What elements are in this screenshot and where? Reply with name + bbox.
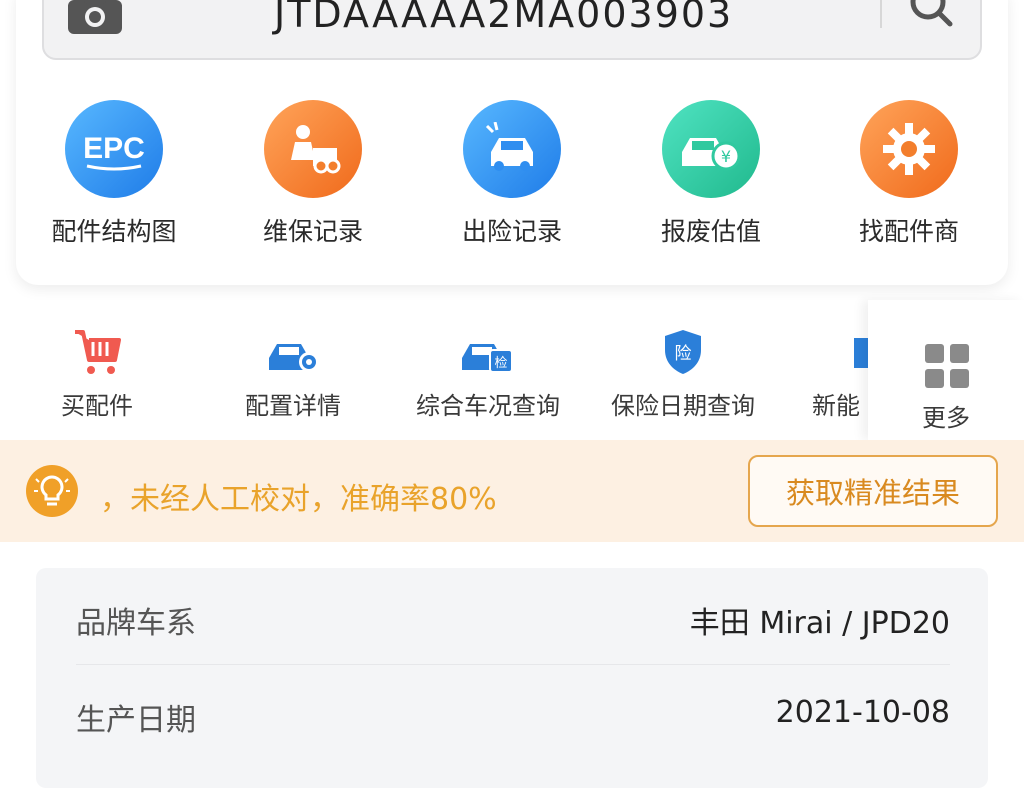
shield-icon: 险 — [665, 330, 701, 374]
shield-icon-text: 险 — [675, 344, 692, 364]
feature-scrap-valuation[interactable]: ¥ 报废估值 — [626, 100, 796, 248]
feature-label: 出险记录 — [461, 217, 562, 246]
feature-parts-diagram[interactable]: EPC 配件结构图 — [29, 100, 199, 248]
search-icon[interactable] — [906, 0, 958, 32]
info-value: 2021-10-08 — [775, 695, 950, 730]
feature-maintenance-record[interactable]: 维保记录 — [228, 100, 398, 248]
quick-insurance-date[interactable]: 险 保险日期查询 — [588, 328, 778, 421]
info-value: 丰田 Mirai / JPD20 — [689, 606, 950, 641]
car-accident-icon — [463, 100, 561, 198]
info-key: 品牌车系 — [76, 606, 196, 641]
accuracy-notice: ，未经人工校对，准确率80% 获取精准结果 — [0, 440, 1024, 542]
epc-icon-text: EPC — [83, 132, 145, 165]
more-label: 更多 — [922, 404, 970, 432]
feature-find-supplier[interactable]: 找配件商 — [824, 100, 994, 248]
quick-label: 买配件 — [61, 392, 133, 420]
quick-label: 配置详情 — [245, 392, 341, 420]
lightbulb-icon — [26, 465, 78, 517]
info-key: 生产日期 — [76, 703, 196, 738]
feature-label: 找配件商 — [858, 217, 959, 246]
search-divider — [880, 0, 882, 28]
quick-config-details[interactable]: 配置详情 — [198, 328, 388, 421]
camera-icon[interactable] — [68, 0, 122, 34]
car-inspect-icon: 检 — [462, 344, 513, 373]
feature-label: 维保记录 — [262, 217, 363, 246]
vehicle-info-card: 品牌车系 丰田 Mirai / JPD20 生产日期 2021-10-08 — [36, 568, 988, 788]
valuation-icon-text: ¥ — [721, 147, 731, 166]
epc-icon: EPC — [65, 100, 163, 198]
repair-icon — [264, 100, 362, 198]
vin-search-bar[interactable]: JTDAAAAA2MA003903 — [42, 0, 982, 60]
feature-accident-record[interactable]: 出险记录 — [427, 100, 597, 248]
car-settings-icon — [269, 344, 319, 372]
get-accurate-result-button[interactable]: 获取精准结果 — [748, 455, 998, 527]
info-row-production-date: 生产日期 2021-10-08 — [36, 665, 988, 761]
feature-label: 报废估值 — [660, 217, 761, 246]
info-row-brand: 品牌车系 丰田 Mirai / JPD20 — [36, 568, 988, 665]
quick-vehicle-condition[interactable]: 检 综合车况查询 — [393, 328, 583, 421]
vin-input[interactable]: JTDAAAAA2MA003903 — [274, 0, 733, 36]
more-button[interactable]: 更多 — [868, 300, 1024, 440]
feature-label: 配件结构图 — [51, 217, 177, 246]
cart-icon — [75, 330, 121, 374]
grid-icon — [925, 344, 969, 388]
gear-icon — [860, 100, 958, 198]
notice-text: ，未经人工校对，准确率80% — [100, 482, 497, 517]
quick-label: 保险日期查询 — [611, 392, 755, 420]
quick-buy-parts[interactable]: 买配件 — [2, 328, 192, 421]
car-valuation-icon: ¥ — [662, 100, 760, 198]
quick-label: 综合车况查询 — [416, 392, 560, 420]
inspect-icon-text: 检 — [494, 356, 507, 371]
